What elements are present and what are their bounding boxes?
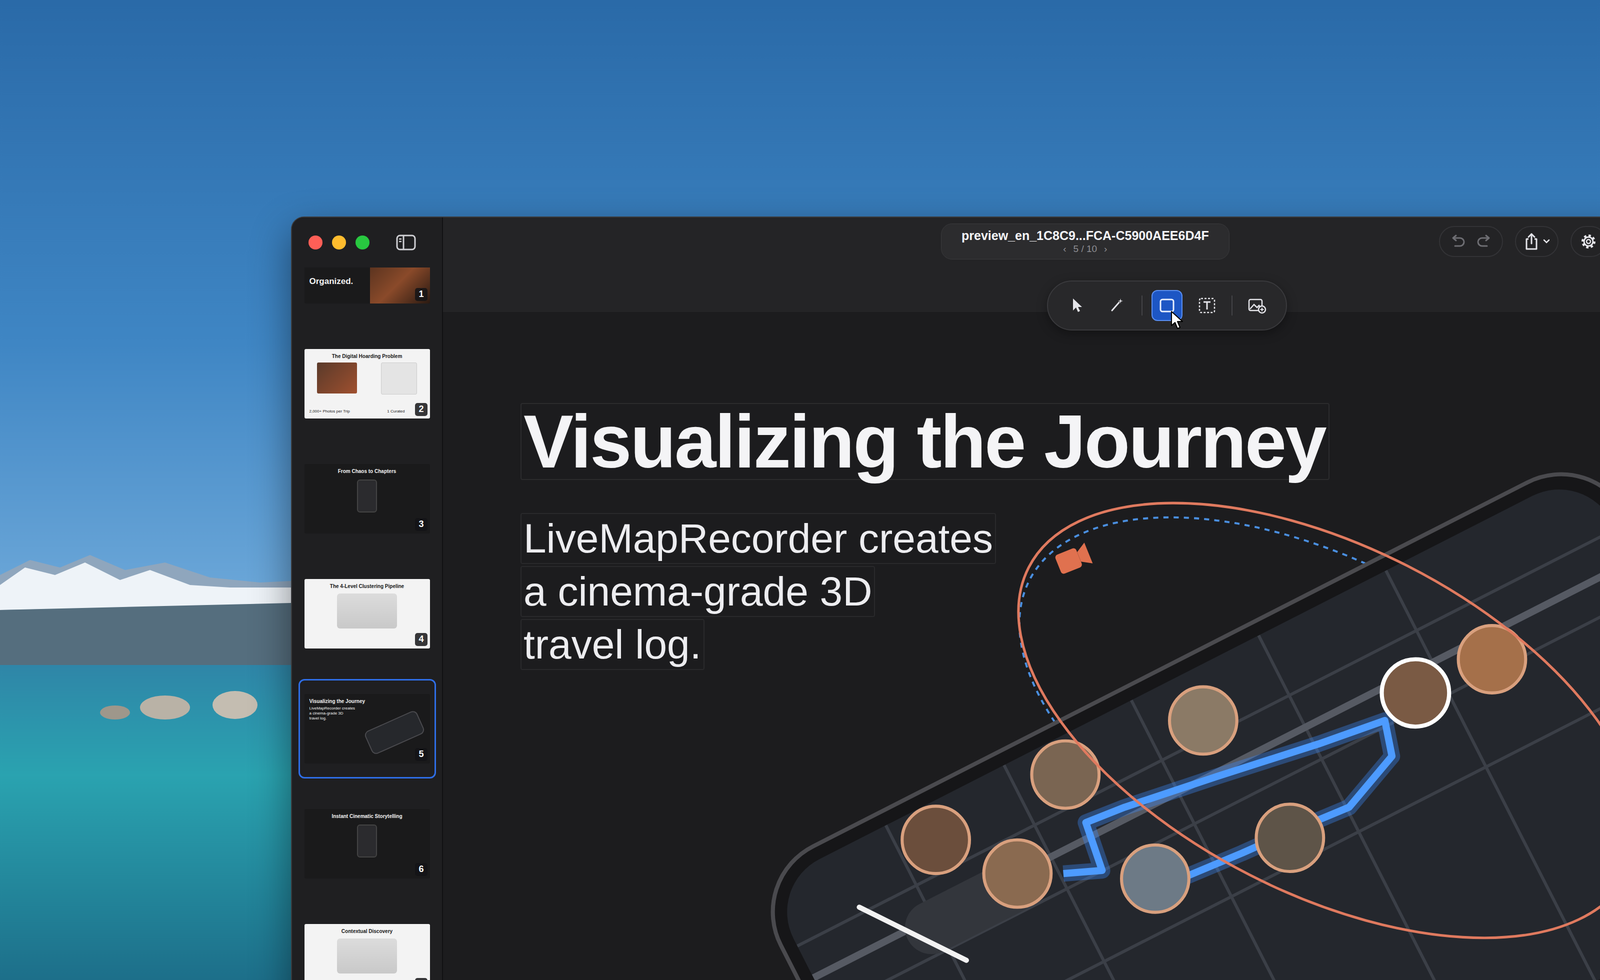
gear-icon	[1579, 232, 1598, 251]
slide-preview: The 4-Level Clustering Pipeline 4	[304, 579, 430, 649]
slide-title: Visualizing the Journey	[309, 698, 366, 705]
slide-title: Instant Cinematic Storytelling	[331, 813, 402, 820]
tool-button[interactable]	[1191, 290, 1223, 321]
redo-icon[interactable]	[1476, 234, 1493, 249]
slide-number-badge: 7	[415, 978, 427, 980]
slide-number-badge: 5	[415, 748, 427, 761]
slide-number-badge: 2	[415, 403, 427, 416]
slide-preview: Visualizing the JourneyLiveMapRecorder c…	[304, 694, 430, 764]
undo-icon[interactable]	[1449, 234, 1466, 249]
slide-preview: Instant Cinematic Storytelling 6	[304, 809, 430, 879]
slide-title: The 4-Level Clustering Pipeline	[330, 583, 404, 590]
slide-figure	[337, 593, 397, 629]
slide-text-line: LiveMapRecorder creates	[309, 706, 356, 711]
toolbar-separator	[1141, 295, 1143, 316]
slide-thumbnail[interactable]: Organized. 1	[298, 267, 436, 319]
floating-toolbar	[1047, 280, 1287, 331]
slide-thumbnail[interactable]: The Digital Hoarding Problem 2,000+ Photo…	[298, 334, 436, 434]
slide-title: From Chaos to Chapters	[338, 468, 397, 475]
image-icon	[1247, 295, 1267, 316]
sidebar-header	[292, 217, 442, 268]
document-title-pill[interactable]: preview_en_1C8C9...FCA-C5900AEE6D4F‹ 5 / …	[941, 223, 1230, 260]
slide-preview: Contextual Discovery 7	[304, 924, 430, 980]
slide-title: The Digital Hoarding Problem	[332, 353, 403, 360]
slide-text: LiveMapRecorder createsa cinema-grade 3D…	[309, 706, 356, 721]
slide-figure	[357, 479, 377, 513]
slide-text-line: 1 Curated	[387, 409, 405, 414]
tool-button[interactable]	[1101, 290, 1133, 321]
tool-button[interactable]	[1061, 290, 1093, 321]
slide-preview: From Chaos to Chapters 3	[304, 464, 430, 534]
window-controls	[1439, 226, 1600, 257]
slide-text-line: a cinema-grade 3D	[309, 711, 356, 716]
slide-body-text-box[interactable]: a cinema-grade 3D	[520, 566, 875, 617]
share-button[interactable]	[1515, 226, 1559, 257]
page-count: 5 / 10	[1073, 243, 1098, 255]
slide-number-badge: 6	[415, 863, 427, 876]
tool-button[interactable]	[1241, 290, 1273, 321]
editor-area: preview_en_1C8C9...FCA-C5900AEE6D4F‹ 5 / …	[443, 217, 1600, 980]
undo-redo-group	[1439, 226, 1503, 257]
slide-body: LiveMapRecorder createsa cinema-grade 3D…	[520, 513, 996, 670]
slide-thumbnail[interactable]: The 4-Level Clustering Pipeline 4	[298, 564, 436, 664]
chevron-down-icon	[1543, 239, 1550, 244]
previous-page-button[interactable]: ‹	[1063, 243, 1066, 255]
next-page-button[interactable]: ›	[1104, 243, 1107, 255]
slide-content: Visualizing the Journey LiveMapRecorder c…	[520, 403, 1600, 670]
sidebar-toggle-icon[interactable]	[396, 234, 416, 251]
slide-body-text-box[interactable]: travel log.	[520, 619, 705, 670]
document-title: preview_en_1C8C9...FCA-C5900AEE6D4F	[961, 228, 1209, 244]
slide-canvas[interactable]: Visualizing the Journey LiveMapRecorder c…	[443, 312, 1600, 980]
share-icon	[1524, 232, 1539, 251]
tool-button[interactable]	[1151, 290, 1183, 321]
zoom-button[interactable]	[355, 235, 370, 250]
slide-thumbnail[interactable]: Instant Cinematic Storytelling 6	[298, 794, 436, 894]
slide-list: Organized. 1 The Digital Hoarding Problem 2…	[292, 267, 442, 980]
slide-title: Contextual Discovery	[341, 928, 393, 935]
slide-figure	[357, 824, 377, 858]
toolbar-separator	[1231, 295, 1233, 316]
magic-wand-icon	[1107, 295, 1127, 316]
slide-preview: The Digital Hoarding Problem 2,000+ Photo…	[304, 349, 430, 419]
slide-body-text-box[interactable]: LiveMapRecorder creates	[520, 513, 996, 564]
mouse-cursor-icon	[1170, 310, 1184, 331]
slide-figure	[317, 362, 417, 394]
rectangle-icon	[1157, 295, 1177, 316]
page-indicator: ‹ 5 / 10 ›	[1063, 243, 1107, 255]
slide-thumbnail[interactable]: Visualizing the JourneyLiveMapRecorder c…	[298, 679, 436, 779]
slide-text-line: 2,000+ Photos per Trip	[309, 409, 350, 414]
slide-number-badge: 3	[415, 518, 427, 531]
app-window: Organized. 1 The Digital Hoarding Problem 2…	[291, 216, 1600, 980]
close-button[interactable]	[308, 235, 323, 250]
slide-text: 2,000+ Photos per Trip 1 Curated	[309, 409, 425, 414]
slide-preview: Organized. 1	[304, 267, 430, 304]
slide-number-badge: 4	[415, 633, 427, 646]
settings-button[interactable]	[1570, 226, 1600, 257]
slide-number-badge: 1	[415, 288, 427, 301]
slide-thumbnail[interactable]: From Chaos to Chapters 3	[298, 449, 436, 549]
title-bar: preview_en_1C8C9...FCA-C5900AEE6D4F‹ 5 / …	[443, 217, 1600, 312]
text-box-icon	[1197, 295, 1217, 316]
slide-title: Organized.	[309, 276, 354, 287]
slide-figure	[337, 938, 397, 974]
slide-thumbnail[interactable]: Contextual Discovery 7	[298, 909, 436, 980]
slide-sidebar: Organized. 1 The Digital Hoarding Problem 2…	[292, 217, 443, 980]
pointer-icon	[1067, 295, 1087, 316]
wallpaper-photo	[0, 540, 310, 980]
minimize-button[interactable]	[332, 235, 346, 250]
slide-text-line: travel log.	[309, 716, 356, 721]
slide-title-box[interactable]: Visualizing the Journey	[520, 403, 1330, 480]
